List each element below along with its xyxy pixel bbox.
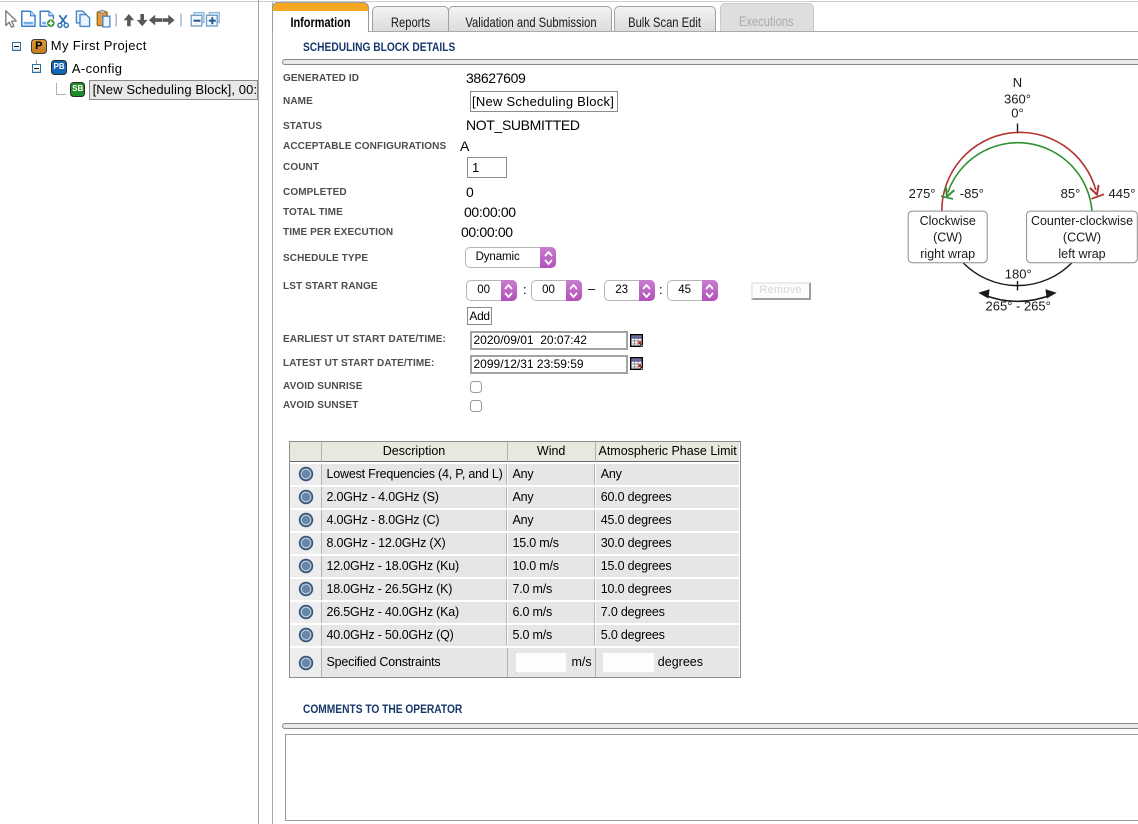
svg-text:(CCW): (CCW) bbox=[1063, 231, 1101, 245]
svg-text:left wrap: left wrap bbox=[1058, 247, 1105, 261]
svg-text:360°: 360° bbox=[1004, 92, 1031, 107]
svg-text:275°: 275° bbox=[909, 186, 936, 201]
svg-text:(CW): (CW) bbox=[933, 231, 962, 245]
svg-text:445°: 445° bbox=[1109, 186, 1136, 201]
svg-text:N: N bbox=[1013, 75, 1022, 90]
svg-text:85°: 85° bbox=[1061, 186, 1081, 201]
svg-text:right wrap: right wrap bbox=[920, 247, 975, 261]
svg-text:180°: 180° bbox=[1005, 267, 1032, 282]
svg-text:-85°: -85° bbox=[960, 186, 984, 201]
svg-text:Clockwise: Clockwise bbox=[920, 214, 976, 228]
svg-text:0°: 0° bbox=[1011, 106, 1023, 121]
svg-text:Counter-clockwise: Counter-clockwise bbox=[1031, 214, 1133, 228]
